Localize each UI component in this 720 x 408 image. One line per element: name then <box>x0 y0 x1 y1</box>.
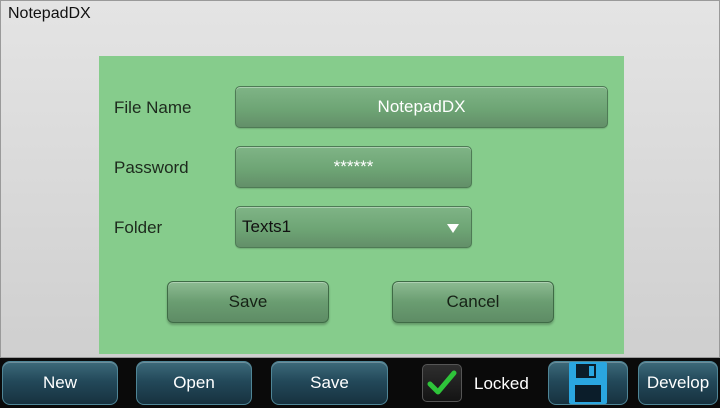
password-input[interactable]: ****** <box>235 146 472 188</box>
checkmark-icon <box>427 370 457 395</box>
file-name-label: File Name <box>114 98 192 117</box>
bottom-toolbar: New Open Save Locked Develop <box>0 358 720 408</box>
develop-button[interactable]: Develop <box>638 361 718 405</box>
floppy-disk-icon <box>569 362 607 404</box>
chevron-down-icon <box>447 224 459 233</box>
window-title: NotepadDX <box>8 5 91 22</box>
folder-label: Folder <box>114 218 163 237</box>
save-button[interactable]: Save <box>167 281 329 323</box>
save-dialog: File Name NotepadDX Password ****** Fold… <box>99 56 624 354</box>
folder-select-value: Texts1 <box>242 217 292 236</box>
folder-select[interactable]: Texts1 <box>235 206 472 248</box>
cancel-button[interactable]: Cancel <box>392 281 554 323</box>
locked-label: Locked <box>474 374 529 393</box>
app-window: NotepadDX File Name NotepadDX Password *… <box>0 0 720 358</box>
toolbar-save-button[interactable]: Save <box>271 361 388 405</box>
new-button[interactable]: New <box>2 361 118 405</box>
open-button[interactable]: Open <box>136 361 252 405</box>
file-name-input[interactable]: NotepadDX <box>235 86 608 128</box>
floppy-save-button[interactable] <box>548 361 628 405</box>
password-label: Password <box>114 158 189 177</box>
locked-checkbox[interactable] <box>422 364 462 402</box>
